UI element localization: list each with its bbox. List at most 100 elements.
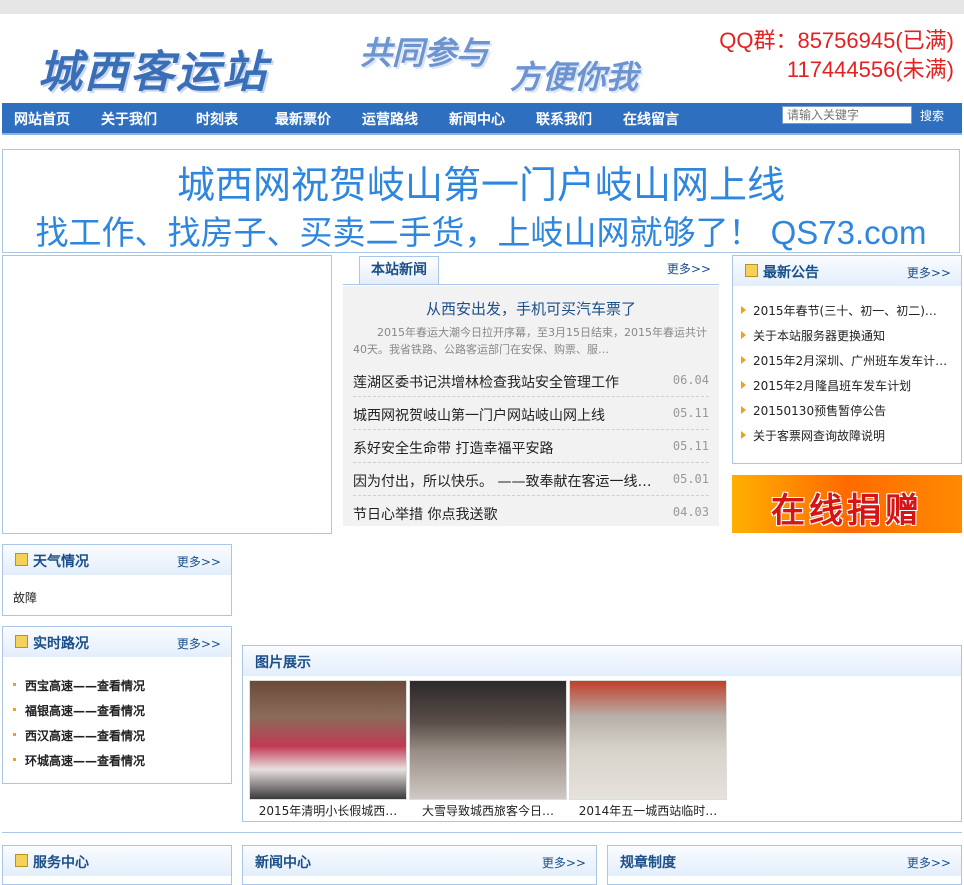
traffic-more-link[interactable]: 更多>>: [177, 635, 221, 652]
top-strip: [0, 0, 964, 14]
slogan-part-1: 共同参与: [360, 34, 489, 72]
list-item[interactable]: 2015年2月隆昌班车发车计划: [741, 377, 957, 402]
news-center-box: 新闻中心 更多>>: [242, 845, 597, 885]
qq-group-info: QQ群：85756945(已满) 117444556(未满): [719, 26, 954, 84]
traffic-box: 实时路况 更多>> 西宝高速——查看情况 福银高速——查看情况 西汉高速——查看…: [2, 626, 232, 784]
list-item[interactable]: 系好安全生命带 打造幸福平安路 05.11: [353, 430, 709, 463]
list-item[interactable]: 西汉高速——查看情况: [13, 727, 145, 752]
list-item[interactable]: 因为付出，所以快乐。 ——致奉献在客运一线… 05.01: [353, 463, 709, 496]
list-item[interactable]: 2015年春节(三十、初一、初二)…: [741, 302, 957, 327]
news-date: 04.03: [672, 505, 709, 519]
site-logo[interactable]: 城西客运站: [38, 36, 268, 100]
news-title: 节日心举措 你点我送歌: [353, 507, 498, 523]
photo-thumbnail: [569, 680, 727, 800]
nav-item-routes[interactable]: 运营路线: [362, 109, 418, 129]
weather-header: 天气情况 更多>>: [3, 545, 231, 575]
donate-label: 在线捐赠: [771, 491, 923, 531]
list-item[interactable]: 20150130预售暂停公告: [741, 402, 957, 427]
photo-item[interactable]: 大雪导致城西旅客今日…: [409, 680, 567, 822]
notices-box: 最新公告 更多>> 2015年春节(三十、初一、初二)… 关于本站服务器更换通知…: [732, 255, 962, 464]
notices-title: 最新公告: [763, 265, 819, 281]
nav-item-news[interactable]: 新闻中心: [449, 109, 505, 129]
notices-more-link[interactable]: 更多>>: [907, 264, 951, 281]
list-item[interactable]: 节日心举措 你点我送歌 04.03: [353, 496, 709, 528]
rules-header: 规章制度 更多>>: [608, 846, 961, 876]
photo-thumbnail: [409, 680, 567, 800]
service-icon: [15, 854, 28, 867]
nav-item-fares[interactable]: 最新票价: [275, 109, 331, 129]
news-center-title: 新闻中心: [255, 855, 311, 871]
traffic-icon: [15, 635, 28, 648]
site-news-panel: 本站新闻 更多>> 从西安出发，手机可买汽车票了 2015年春运大潮今日拉开序幕…: [343, 256, 719, 526]
search-button[interactable]: 搜索: [920, 107, 944, 124]
tab-divider: [343, 284, 719, 285]
section-divider: [2, 832, 962, 833]
qq-group-line-2: 117444556(未满): [786, 57, 954, 82]
photo-caption: 大雪导致城西旅客今日…: [421, 804, 554, 818]
news-title: 系好安全生命带 打造幸福平安路: [353, 441, 554, 457]
banner-line-2: 找工作、找房子、买卖二手货，上岐山网就够了！ QS73.com: [35, 214, 927, 251]
list-item[interactable]: 福银高速——查看情况: [13, 702, 145, 727]
notices-header: 最新公告 更多>>: [733, 256, 961, 286]
service-center-box: 服务中心: [2, 845, 232, 885]
notices-list: 2015年春节(三十、初一、初二)… 关于本站服务器更换通知 2015年2月深圳…: [741, 302, 957, 452]
rules-more-link[interactable]: 更多>>: [907, 854, 951, 871]
news-title: 因为付出，所以快乐。 ——致奉献在客运一线…: [353, 474, 652, 490]
news-date: 05.01: [672, 472, 709, 486]
news-center-more-link[interactable]: 更多>>: [542, 854, 586, 871]
weather-title: 天气情况: [33, 554, 89, 570]
traffic-list: 西宝高速——查看情况 福银高速——查看情况 西汉高速——查看情况 环城高速——查…: [13, 677, 145, 777]
photo-item[interactable]: 2015年清明小长假城西…: [249, 680, 407, 822]
main-navigation: 网站首页 关于我们 时刻表 最新票价 运营路线 新闻中心 联系我们 在线留言 搜…: [2, 103, 962, 135]
list-item[interactable]: 莲湖区委书记洪增林检查我站安全管理工作 06.04: [353, 364, 709, 397]
traffic-header: 实时路况 更多>>: [3, 627, 231, 657]
news-center-header: 新闻中心 更多>>: [243, 846, 596, 876]
nav-item-contact[interactable]: 联系我们: [536, 109, 592, 129]
notice-icon: [745, 264, 758, 277]
nav-item-home[interactable]: 网站首页: [14, 109, 70, 129]
site-news-more-link[interactable]: 更多>>: [667, 260, 711, 277]
banner-line-1: 城西网祝贺岐山第一门户岐山网上线: [176, 165, 785, 207]
tab-site-news[interactable]: 本站新闻: [359, 256, 439, 284]
news-title: 莲湖区委书记洪增林检查我站安全管理工作: [353, 375, 619, 391]
weather-icon: [15, 553, 28, 566]
qq-group-line-1: QQ群：85756945(已满): [719, 28, 954, 53]
photo-gallery-title: 图片展示: [255, 655, 311, 671]
photo-item[interactable]: 2014年五一城西站临时…: [569, 680, 727, 822]
news-title: 城西网祝贺岐山第一门户网站岐山网上线: [353, 408, 605, 424]
service-center-title: 服务中心: [33, 855, 89, 871]
rules-title: 规章制度: [620, 855, 676, 871]
nav-item-message[interactable]: 在线留言: [623, 109, 679, 129]
weather-more-link[interactable]: 更多>>: [177, 553, 221, 570]
site-news-list: 从西安出发，手机可买汽车票了 2015年春运大潮今日拉开序幕，至3月15日结束，…: [343, 286, 719, 526]
list-item[interactable]: 关于客票网查询故障说明: [741, 427, 957, 452]
list-item[interactable]: 西宝高速——查看情况: [13, 677, 145, 702]
slogan-part-2: 方便你我: [510, 58, 639, 96]
list-item[interactable]: 2015年2月深圳、广州班车发车计…: [741, 352, 957, 377]
news-headline[interactable]: 从西安出发，手机可买汽车票了: [343, 298, 719, 319]
search-input[interactable]: [782, 106, 912, 124]
nav-item-about[interactable]: 关于我们: [101, 109, 157, 129]
online-donate-button[interactable]: 在线捐赠: [732, 475, 962, 533]
photo-caption: 2015年清明小长假城西…: [258, 804, 398, 818]
photo-caption: 2014年五一城西站临时…: [578, 804, 718, 818]
nav-item-timetable[interactable]: 时刻表: [196, 109, 238, 129]
image-slideshow[interactable]: [2, 255, 332, 534]
weather-status: 故障: [13, 591, 38, 605]
photo-thumbnail: [249, 680, 407, 800]
photo-gallery-box: 图片展示 2015年清明小长假城西… 大雪导致城西旅客今日… 2014年五一城西…: [242, 645, 962, 822]
promo-banner[interactable]: 城西网祝贺岐山第一门户岐山网上线 找工作、找房子、买卖二手货，上岐山网就够了！ …: [2, 149, 960, 253]
photo-gallery-header: 图片展示: [243, 646, 961, 676]
news-date: 05.11: [672, 439, 709, 453]
traffic-title: 实时路况: [33, 636, 89, 652]
weather-box: 天气情况 更多>> 故障: [2, 544, 232, 616]
list-item[interactable]: 环城高速——查看情况: [13, 752, 145, 777]
list-item[interactable]: 城西网祝贺岐山第一门户网站岐山网上线 05.11: [353, 397, 709, 430]
list-item[interactable]: 关于本站服务器更换通知: [741, 327, 957, 352]
service-center-header: 服务中心: [3, 846, 231, 876]
news-date: 05.11: [672, 406, 709, 420]
news-date: 06.04: [672, 373, 709, 387]
rules-box: 规章制度 更多>>: [607, 845, 962, 885]
header: 城西客运站 共同参与 方便你我 QQ群：85756945(已满) 1174445…: [0, 14, 964, 102]
news-summary: 2015年春运大潮今日拉开序幕，至3月15日结束，2015年春运共计40天。我省…: [353, 326, 707, 356]
